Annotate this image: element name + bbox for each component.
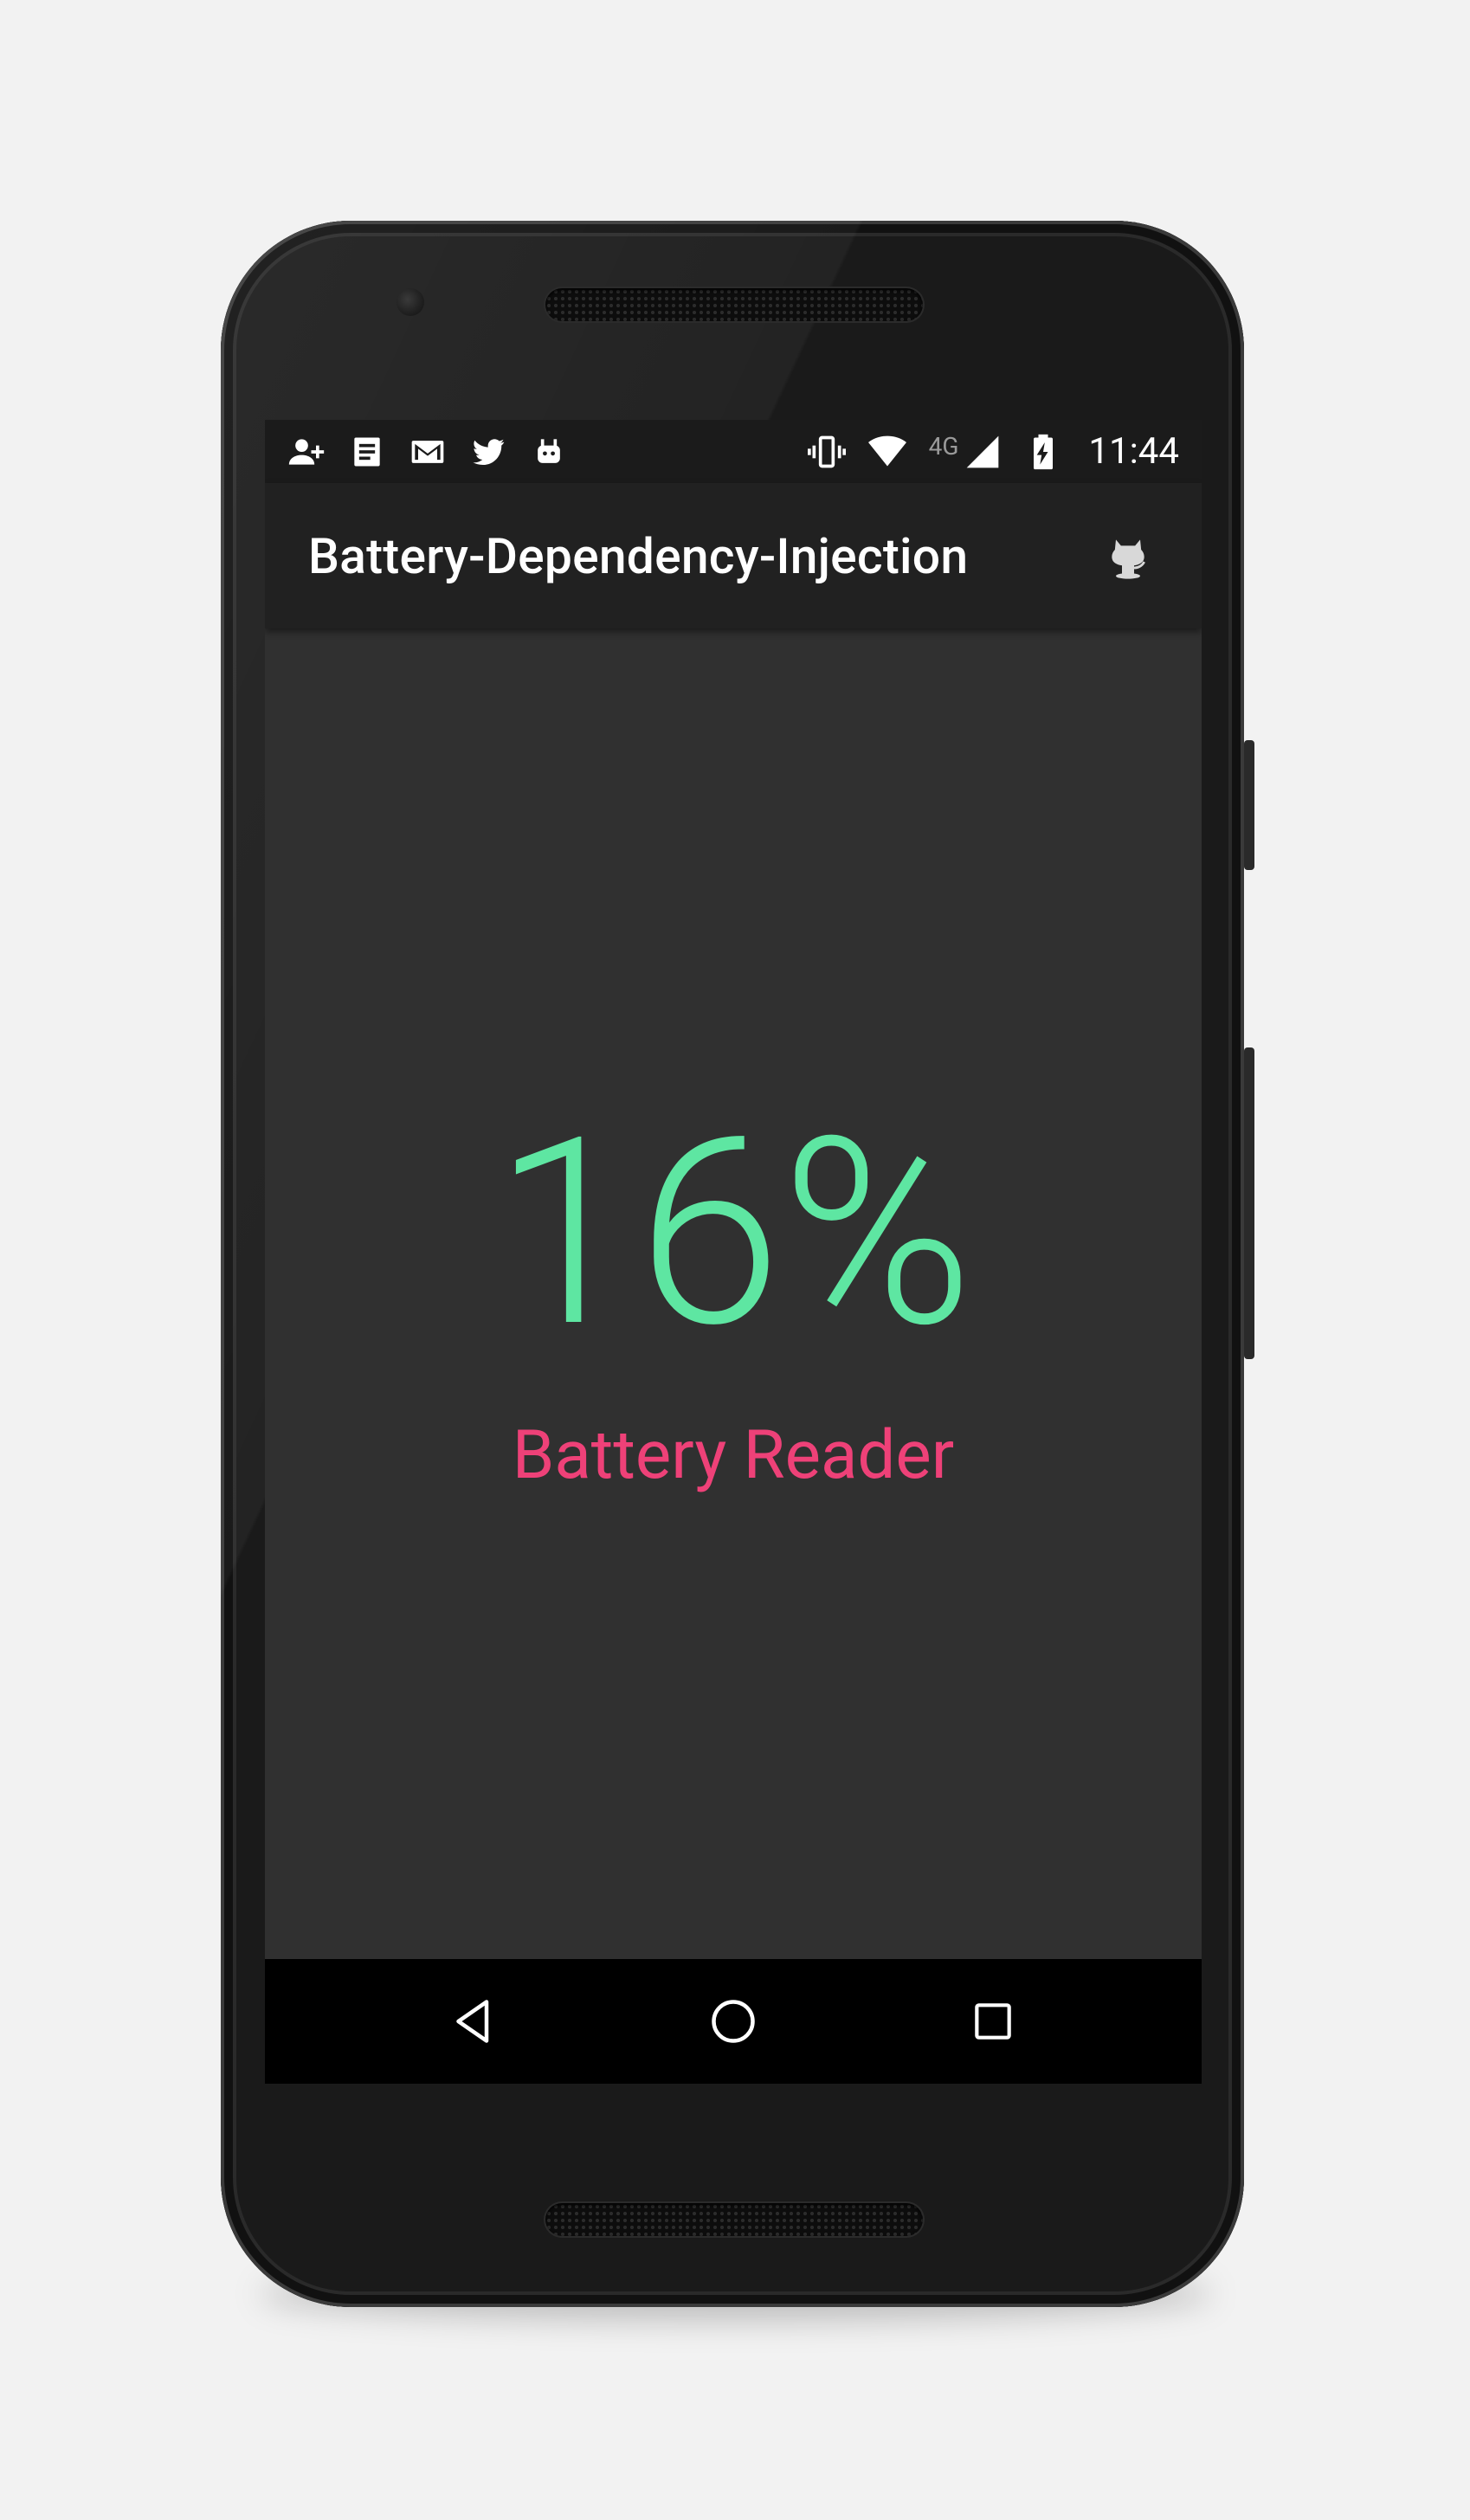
recents-icon[interactable]	[963, 1991, 1023, 2052]
status-clock: 11:44	[1088, 430, 1179, 473]
home-icon[interactable]	[703, 1991, 764, 2052]
main-content: 16% Battery Reader	[265, 628, 1202, 1963]
battery-reader-label: Battery Reader	[512, 1416, 955, 1495]
android-icon	[530, 433, 568, 471]
wifi-icon	[867, 433, 906, 471]
twitter-icon	[469, 433, 507, 471]
power-button	[1244, 740, 1254, 870]
status-notifications	[287, 433, 568, 471]
notes-icon	[348, 433, 386, 471]
status-bar: 4G 11:44	[265, 420, 1202, 483]
cell-signal-icon	[964, 433, 1002, 471]
status-system: 4G 11:44	[807, 430, 1179, 473]
bottom-speaker	[545, 2203, 923, 2236]
volume-button	[1244, 1047, 1254, 1359]
navigation-bar	[265, 1959, 1202, 2084]
battery-percent: 16%	[493, 1082, 974, 1386]
top-speaker	[545, 288, 923, 321]
front-camera	[397, 288, 424, 316]
app-title: Battery-Dependency-Injection	[308, 526, 969, 585]
vibrate-icon	[807, 433, 846, 471]
app-toolbar: Battery-Dependency-Injection	[265, 483, 1202, 628]
add-contact-icon	[287, 433, 326, 471]
screen: 4G 11:44 Battery-Dependency-Injection 16…	[265, 420, 1202, 2084]
back-icon[interactable]	[443, 1991, 504, 2052]
github-octocat-icon[interactable]	[1098, 525, 1158, 586]
battery-charging-icon	[1024, 433, 1062, 471]
network-type: 4G	[928, 432, 959, 461]
gmail-icon	[409, 433, 447, 471]
